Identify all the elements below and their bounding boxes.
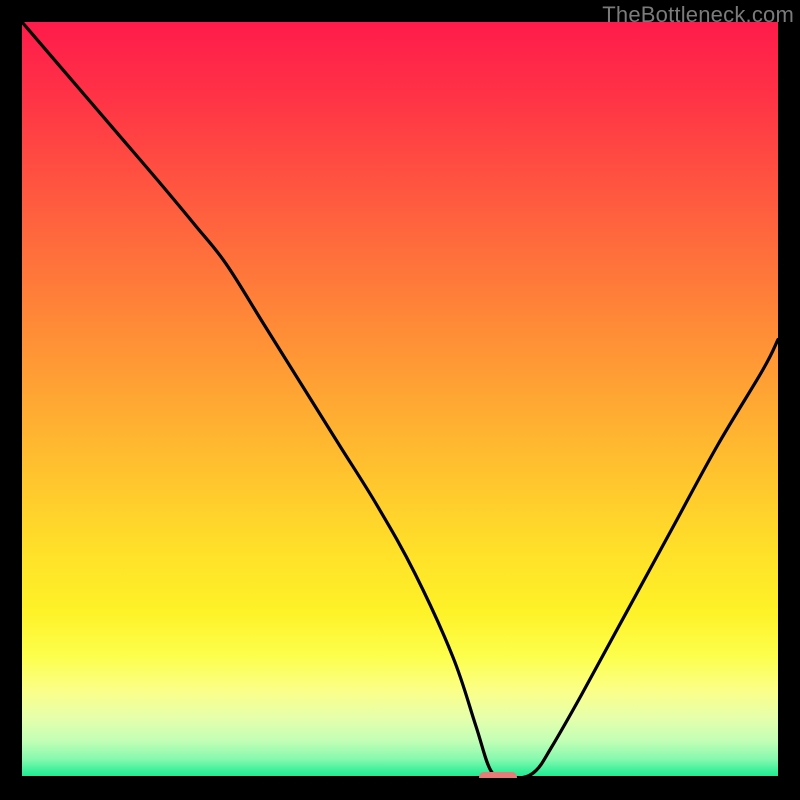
optimal-range-marker [479,772,517,778]
plot-area [22,22,778,778]
bottleneck-curve [22,22,778,778]
chart-frame: TheBottleneck.com [0,0,800,800]
watermark-text: TheBottleneck.com [602,2,794,28]
